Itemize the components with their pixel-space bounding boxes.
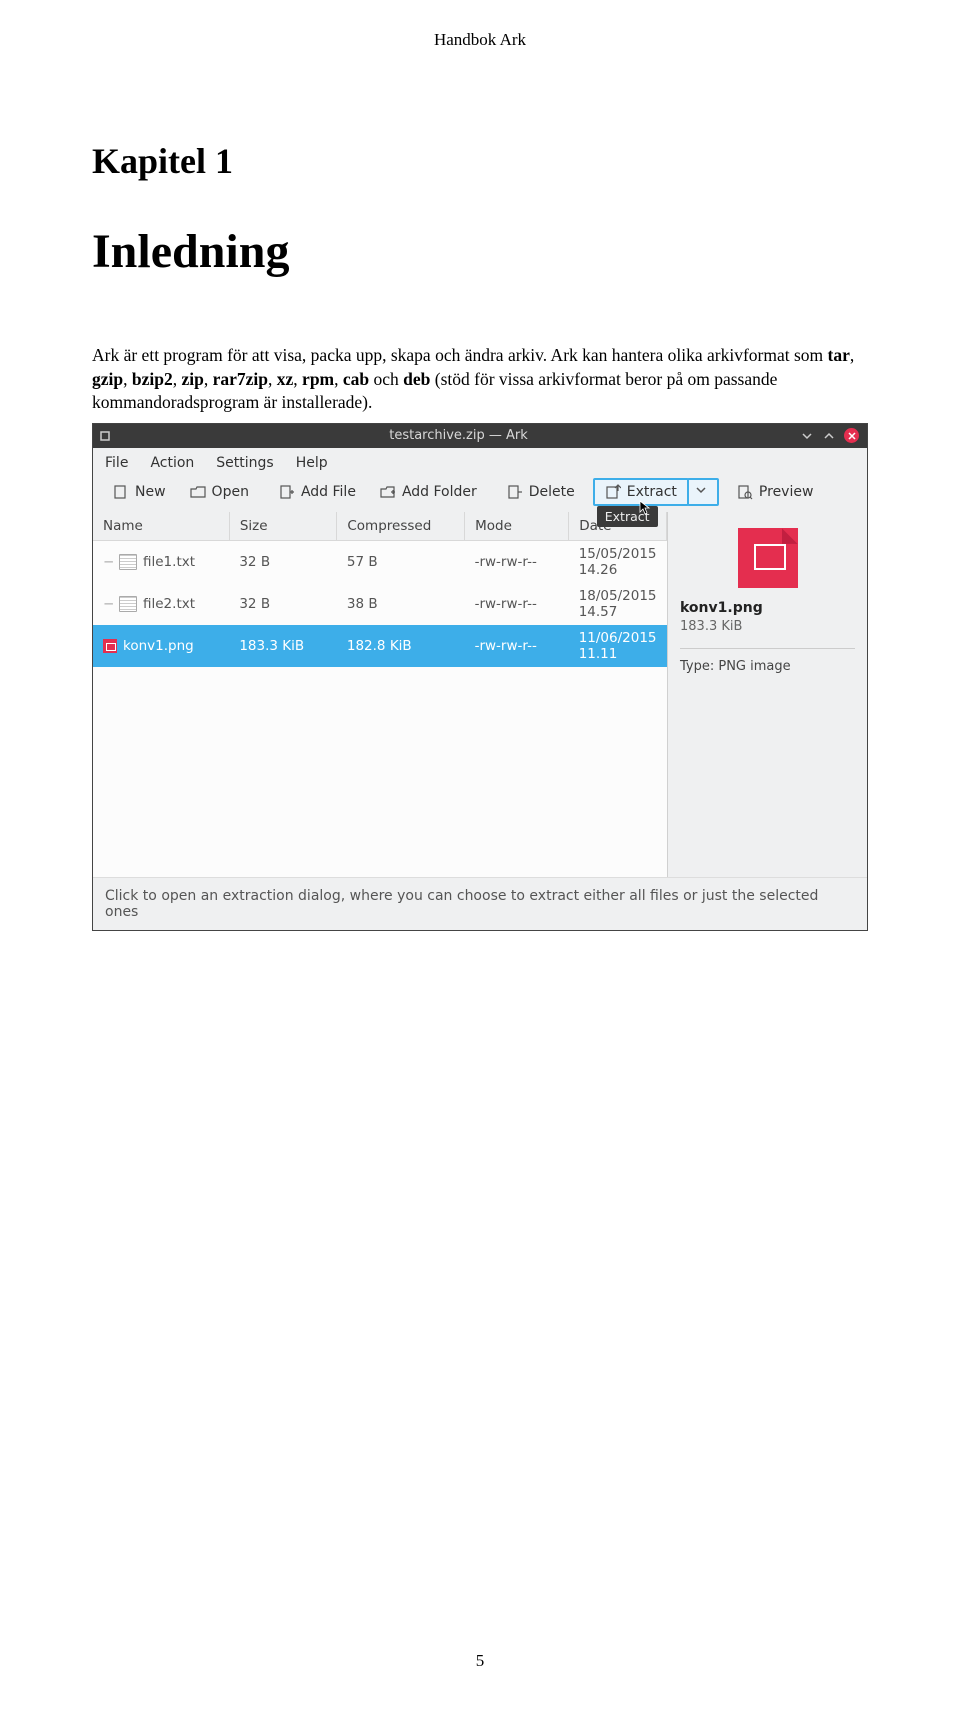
- status-bar: Click to open an extraction dialog, wher…: [93, 877, 867, 930]
- file-mode: -rw-rw-r--: [465, 583, 569, 625]
- toolbar: New Open Add File Add Folder: [93, 475, 867, 512]
- fmt-gzip: gzip: [92, 369, 123, 389]
- minimize-icon[interactable]: [800, 429, 814, 443]
- close-icon[interactable]: [844, 428, 859, 443]
- window-titlebar: testarchive.zip — Ark: [93, 424, 867, 448]
- divider: [680, 648, 855, 649]
- empty-area: [93, 667, 667, 877]
- file-mode: -rw-rw-r--: [465, 625, 569, 667]
- chevron-down-icon: [695, 484, 711, 500]
- file-name: file2.txt: [143, 596, 195, 612]
- file-name: konv1.png: [123, 638, 194, 654]
- preview-filename: konv1.png: [680, 600, 855, 616]
- preview-button[interactable]: Preview: [725, 478, 826, 506]
- add-folder-icon: [380, 484, 396, 500]
- table-row[interactable]: − file2.txt 32 B 38 B -rw-rw-r-- 18/05/20…: [93, 583, 667, 625]
- maximize-icon[interactable]: [822, 429, 836, 443]
- delete-icon: [507, 484, 523, 500]
- fmt-bzip2: bzip2: [132, 369, 173, 389]
- delete-button[interactable]: Delete: [495, 478, 587, 506]
- menu-help[interactable]: Help: [296, 455, 328, 471]
- extract-icon: [605, 484, 621, 500]
- table-row-selected[interactable]: konv1.png 183.3 KiB 182.8 KiB -rw-rw-r--…: [93, 625, 667, 667]
- file-name: file1.txt: [143, 554, 195, 570]
- menu-settings[interactable]: Settings: [216, 455, 273, 471]
- chapter-label: Kapitel 1: [92, 140, 868, 182]
- fmt-xz: xz: [277, 369, 294, 389]
- col-name[interactable]: Name: [93, 512, 229, 541]
- fmt-zip: zip: [181, 369, 203, 389]
- app-icon: [93, 430, 117, 442]
- intro-paragraph: Ark är ett program för att visa, packa u…: [92, 344, 868, 415]
- extract-dropdown[interactable]: [687, 478, 719, 506]
- col-size[interactable]: Size: [229, 512, 337, 541]
- table-header-row: Name Size Compressed Mode Date: [93, 512, 667, 541]
- new-button[interactable]: New: [101, 478, 178, 506]
- file-table: Name Size Compressed Mode Date − file1.tx…: [93, 512, 667, 667]
- add-file-icon: [279, 484, 295, 500]
- file-mode: -rw-rw-r--: [465, 540, 569, 583]
- add-folder-button[interactable]: Add Folder: [368, 478, 489, 506]
- window-title: testarchive.zip — Ark: [117, 428, 800, 443]
- file-size: 183.3 KiB: [229, 625, 337, 667]
- new-icon: [113, 484, 129, 500]
- file-size: 32 B: [229, 583, 337, 625]
- text-file-icon: [119, 596, 137, 612]
- extract-button[interactable]: Extract Extract: [593, 478, 689, 506]
- preview-icon: [737, 484, 753, 500]
- col-mode[interactable]: Mode: [465, 512, 569, 541]
- ark-screenshot: testarchive.zip — Ark File Action Settin…: [92, 423, 868, 931]
- fmt-cab: cab: [343, 369, 369, 389]
- col-compressed[interactable]: Compressed: [337, 512, 465, 541]
- tree-toggle-icon: −: [103, 554, 113, 570]
- cursor-icon: [639, 500, 651, 516]
- file-size: 32 B: [229, 540, 337, 583]
- menubar: File Action Settings Help: [93, 448, 867, 475]
- png-file-icon: [103, 639, 117, 653]
- fmt-rar7zip: rar7zip: [213, 369, 268, 389]
- menu-file[interactable]: File: [105, 455, 128, 471]
- fmt-tar: tar: [828, 345, 850, 365]
- file-compressed: 182.8 KiB: [337, 625, 465, 667]
- tree-toggle-icon: −: [103, 596, 113, 612]
- preview-panel: konv1.png 183.3 KiB Type: PNG image: [667, 512, 867, 877]
- file-date: 18/05/2015 14.57: [569, 583, 667, 625]
- chapter-title: Inledning: [92, 224, 868, 279]
- text-file-icon: [119, 554, 137, 570]
- preview-filesize: 183.3 KiB: [680, 619, 855, 634]
- open-button[interactable]: Open: [178, 478, 261, 506]
- content-area: Name Size Compressed Mode Date − file1.tx…: [93, 512, 867, 877]
- file-date: 15/05/2015 14.26: [569, 540, 667, 583]
- fmt-rpm: rpm: [302, 369, 334, 389]
- file-date: 11/06/2015 11.11: [569, 625, 667, 667]
- running-header: Handbok Ark: [92, 30, 868, 50]
- preview-filetype: Type: PNG image: [680, 659, 855, 674]
- open-folder-icon: [190, 484, 206, 500]
- page-number: 5: [92, 1651, 868, 1671]
- menu-action[interactable]: Action: [150, 455, 194, 471]
- window-body: File Action Settings Help New Open Add F…: [93, 448, 867, 930]
- para-text: Ark är ett program för att visa, packa u…: [92, 345, 828, 365]
- file-list: Name Size Compressed Mode Date − file1.tx…: [93, 512, 667, 877]
- file-compressed: 57 B: [337, 540, 465, 583]
- table-row[interactable]: − file1.txt 32 B 57 B -rw-rw-r-- 15/05/20…: [93, 540, 667, 583]
- preview-image-icon: [738, 528, 798, 588]
- document-page: Handbok Ark Kapitel 1 Inledning Ark är e…: [0, 0, 960, 1711]
- fmt-deb: deb: [403, 369, 430, 389]
- file-compressed: 38 B: [337, 583, 465, 625]
- add-file-button[interactable]: Add File: [267, 478, 368, 506]
